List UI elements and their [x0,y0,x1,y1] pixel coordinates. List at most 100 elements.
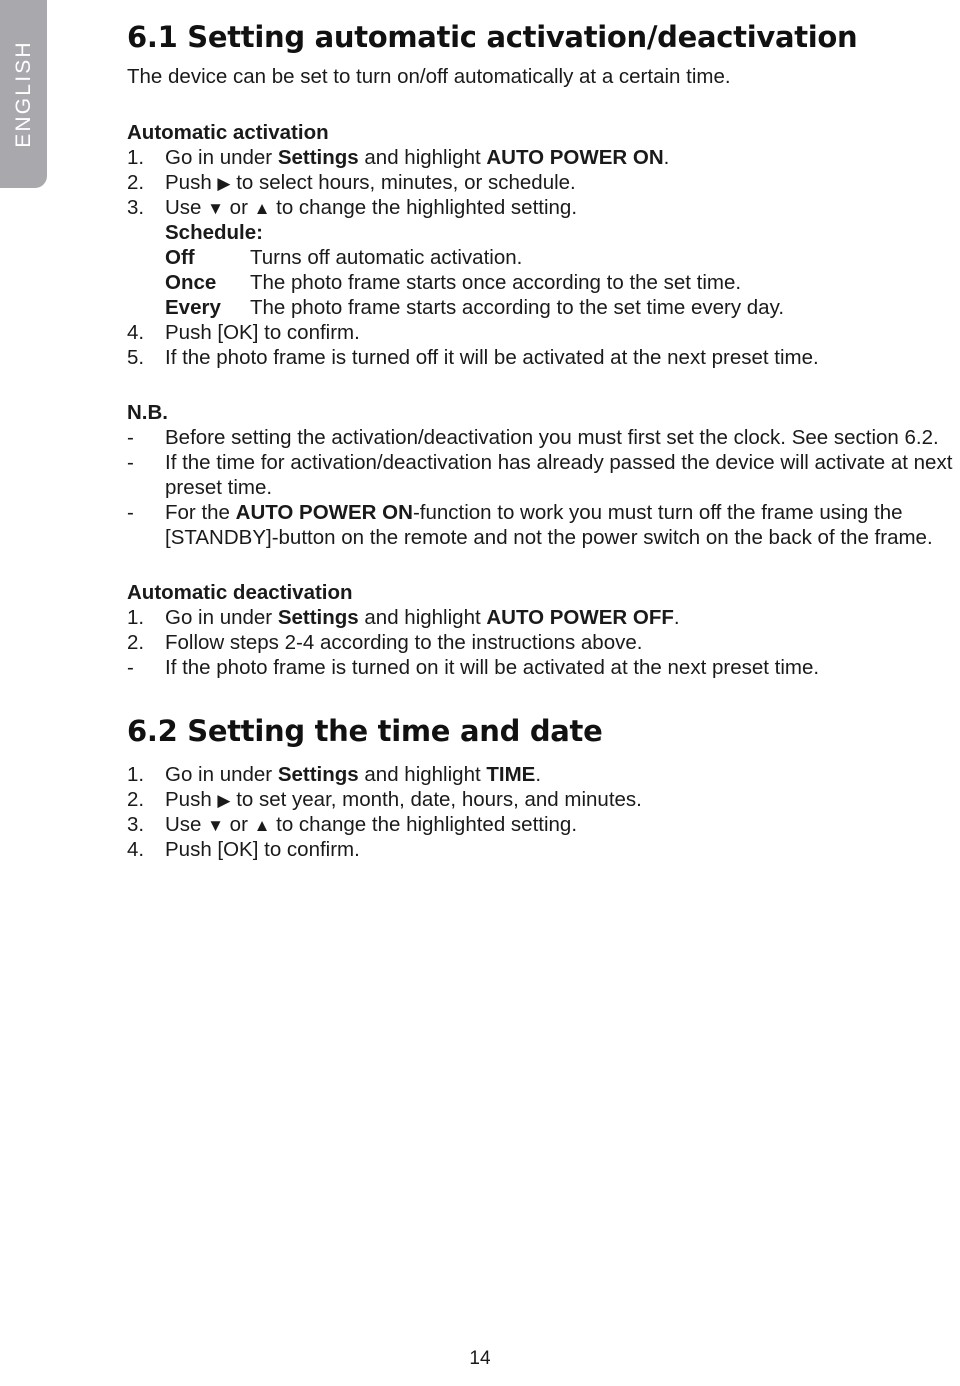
right-arrow-icon: ▶ [217,791,231,810]
list-text: Push [OK] to confirm. [165,321,360,344]
list-marker: 4. [127,321,145,344]
list-item: 4. Push [OK] to confirm. [127,837,960,862]
bold-term: AUTO POWER OFF [486,606,674,629]
list-item: 2. Push ▶ to select hours, minutes, or s… [127,170,960,195]
list-marker: 4. [127,838,145,861]
list-item: 5. If the photo frame is turned off it w… [127,345,960,370]
list-marker: 2. [127,631,145,654]
up-arrow-icon: ▲ [253,816,271,835]
text-fragment: to change the highlighted setting. [270,196,578,219]
list-item: 2. Push ▶ to set year, month, date, hour… [127,787,960,812]
nb-item: - Before setting the activation/deactiva… [127,425,960,450]
text-fragment: Push [165,171,218,194]
up-arrow-icon: ▲ [253,199,271,218]
page-number: 14 [469,1348,491,1369]
list-text: For the AUTO POWER ON-function to work y… [165,500,960,550]
bold-term: Settings [277,606,359,629]
schedule-option-every: Every The photo frame starts according t… [165,295,960,320]
list-item: 2. Follow steps 2-4 according to the ins… [127,630,960,655]
nb-item: - For the AUTO POWER ON-function to work… [127,500,960,550]
list-item: 1. Go in under Settings and highlight AU… [127,605,960,630]
list-marker: 3. [127,813,145,836]
text-fragment: to set year, month, date, hours, and min… [230,788,642,811]
list-text: Push [OK] to confirm. [165,838,360,861]
text-fragment: . [673,606,680,629]
text-fragment: and highlight [358,763,487,786]
list-text: Go in under Settings and highlight AUTO … [165,605,960,630]
text-fragment: For the [165,501,236,524]
text-fragment: Go in under [165,146,278,169]
list-text: Go in under Settings and highlight TIME. [165,762,960,787]
automatic-deactivation-heading: Automatic deactivation [127,581,353,604]
list-marker: 2. [127,171,145,194]
list-item: 4. Push [OK] to confirm. [127,320,960,345]
bold-term: Settings [277,146,359,169]
text-fragment: Use [165,813,208,836]
schedule-option-term: Off [165,246,195,269]
list-text: Follow steps 2-4 according to the instru… [165,631,643,654]
list-item: - If the photo frame is turned on it wil… [127,655,960,680]
list-item: 3. Use ▼ or ▲ to change the highlighted … [127,812,960,837]
list-marker: 3. [127,196,145,219]
list-marker: 1. [127,146,145,169]
list-text: Push ▶ to set year, month, date, hours, … [165,787,960,812]
list-text: If the time for activation/deactivation … [165,451,953,499]
list-text: Use ▼ or ▲ to change the highlighted set… [165,812,960,837]
list-text: If the photo frame is turned on it will … [165,656,820,679]
language-tab: ENGLISH [0,0,47,188]
text-fragment: Use [165,196,208,219]
nb-item: - If the time for activation/deactivatio… [127,450,960,500]
list-item: 1. Go in under Settings and highlight AU… [127,145,960,170]
list-item: 3. Use ▼ or ▲ to change the highlighted … [127,195,960,220]
automatic-activation-heading: Automatic activation [127,121,329,144]
text-fragment: . [663,146,670,169]
schedule-option-description: The photo frame starts according to the … [250,296,785,319]
down-arrow-icon: ▼ [207,199,224,218]
document-content: 6.1 Setting automatic activation/deactiv… [127,20,960,862]
list-text: Go in under Settings and highlight AUTO … [165,145,960,170]
list-marker: 1. [127,763,145,786]
language-tab-label: ENGLISH [11,40,35,148]
list-item: 1. Go in under Settings and highlight TI… [127,762,960,787]
text-fragment: and highlight [358,606,487,629]
schedule-option-description: The photo frame starts once according to… [250,271,742,294]
text-fragment: Go in under [165,763,278,786]
right-arrow-icon: ▶ [217,174,231,193]
bold-term: Settings [277,763,359,786]
list-text: If the photo frame is turned off it will… [165,346,819,369]
schedule-option-description: Turns off automatic activation. [250,246,523,269]
text-fragment: and highlight [358,146,487,169]
schedule-option-once: Once The photo frame starts once accordi… [165,270,960,295]
schedule-option-term: Once [165,271,217,294]
text-fragment: to change the highlighted setting. [270,813,578,836]
list-text: Use ▼ or ▲ to change the highlighted set… [165,195,960,220]
bold-term: AUTO POWER ON [235,501,413,524]
list-text: Before setting the activation/deactivati… [165,426,939,449]
schedule-option-term: Every [165,296,221,319]
schedule-option-off: Off Turns off automatic activation. [165,245,960,270]
section-6-1-title: 6.1 Setting automatic activation/deactiv… [127,20,858,54]
section-6-1-intro: The device can be set to turn on/off aut… [127,65,731,88]
list-marker: 5. [127,346,145,369]
list-marker: - [127,501,134,524]
text-fragment: to select hours, minutes, or schedule. [230,171,576,194]
nb-label: N.B. [127,401,168,424]
text-fragment: Go in under [165,606,278,629]
bold-term: TIME [486,763,536,786]
bold-term: AUTO POWER ON [486,146,664,169]
text-fragment: or [223,196,254,219]
list-text: Push ▶ to select hours, minutes, or sche… [165,170,960,195]
list-marker: - [127,451,134,474]
text-fragment: Push [165,788,218,811]
list-marker: - [127,426,134,449]
list-marker: 2. [127,788,145,811]
list-marker: 1. [127,606,145,629]
text-fragment: . [535,763,542,786]
schedule-label: Schedule: [165,221,263,244]
text-fragment: or [223,813,254,836]
list-marker: - [127,656,134,679]
down-arrow-icon: ▼ [207,816,224,835]
